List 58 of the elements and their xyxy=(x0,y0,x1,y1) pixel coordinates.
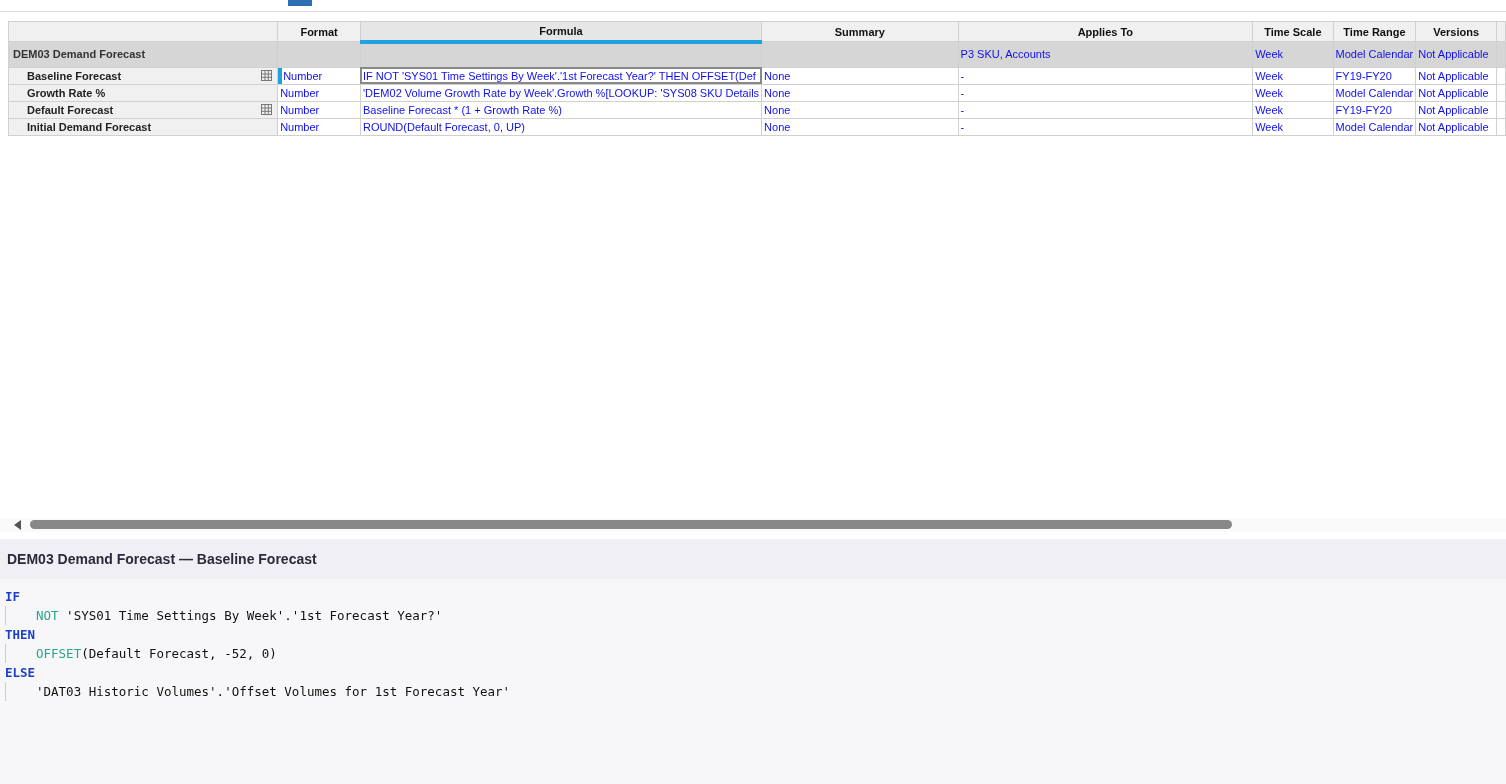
column-header[interactable]: Applies To xyxy=(958,21,1253,42)
table-cell xyxy=(1496,67,1506,84)
code-line: ELSE xyxy=(4,663,37,682)
column-header[interactable]: Time Scale xyxy=(1252,21,1334,42)
code-line: IF xyxy=(4,587,22,606)
table-cell xyxy=(1496,84,1506,101)
table-cell[interactable]: Number xyxy=(277,84,361,101)
table-cell[interactable]: Number xyxy=(277,118,361,135)
table-cell xyxy=(1496,101,1506,118)
table-cell[interactable]: Week xyxy=(1252,101,1334,118)
formula-editor[interactable]: IF NOT 'SYS01 Time Settings By Week'.'1st Forecast Year?' THEN OFFSET(Default Forecast, -52, 0) ELSE 'DAT03 Historic Volumes'.'Offset Volumes for 1st Forecast Year' xyxy=(0,578,1506,784)
code-line: 'DAT03 Historic Volumes'.'Offset Volumes for 1st Forecast Year' xyxy=(5,681,1506,701)
scrollbar-thumb[interactable] xyxy=(30,520,1232,529)
table-cell[interactable]: Not Applicable xyxy=(1415,101,1497,118)
table-cell: Not Applicable xyxy=(1415,41,1497,67)
table-cell: Model Calendar xyxy=(1333,41,1416,67)
table-cell[interactable]: FY19-FY20 xyxy=(1333,101,1416,118)
table-cell[interactable]: FY19-FY20 xyxy=(1333,67,1416,84)
column-header[interactable]: Time Range xyxy=(1333,21,1416,42)
header-cell xyxy=(1496,21,1506,42)
table-cell[interactable]: Number xyxy=(277,67,361,84)
table-cell: Week xyxy=(1252,41,1334,67)
grid-icon[interactable] xyxy=(261,70,273,81)
table-cell[interactable]: Not Applicable xyxy=(1415,67,1497,84)
table-cell[interactable]: Model Calendar xyxy=(1333,84,1416,101)
table-cell[interactable]: Week xyxy=(1252,118,1334,135)
table-cell[interactable]: - xyxy=(958,101,1253,118)
column-header[interactable]: Summary xyxy=(761,21,959,42)
group-name[interactable]: DEM03 Demand Forecast xyxy=(8,41,278,67)
table-cell[interactable]: Not Applicable xyxy=(1415,84,1497,101)
table-cell xyxy=(1496,41,1506,67)
table-cell[interactable]: None xyxy=(761,84,959,101)
table-cell[interactable]: None xyxy=(761,67,959,84)
table-cell[interactable]: Baseline Forecast * (1 + Growth Rate %) xyxy=(360,101,762,118)
column-header[interactable]: Formula xyxy=(360,21,762,42)
table-cell: P3 SKU, Accounts xyxy=(958,41,1253,67)
code-line: NOT 'SYS01 Time Settings By Week'.'1st Forecast Year?' xyxy=(5,605,1506,625)
panel-title: DEM03 Demand Forecast — Baseline Forecast xyxy=(7,550,317,567)
table-cell[interactable]: 'DEM02 Volume Growth Rate by Week'.Growth %[LOOKUP: 'SYS08 SKU Details xyxy=(360,84,762,101)
grid-icon[interactable] xyxy=(261,104,273,115)
table-cell xyxy=(1496,118,1506,135)
table-cell[interactable]: - xyxy=(958,67,1253,84)
column-header[interactable]: Format xyxy=(277,21,361,42)
table-cell[interactable]: - xyxy=(958,84,1253,101)
table-cell[interactable]: None xyxy=(761,101,959,118)
table-cell[interactable]: Not Applicable xyxy=(1415,118,1497,135)
table-cell[interactable]: - xyxy=(958,118,1253,135)
scroll-left-icon[interactable] xyxy=(14,519,22,530)
code-line: OFFSET(Default Forecast, -52, 0) xyxy=(5,643,1506,663)
table-cell[interactable]: Model Calendar xyxy=(1333,118,1416,135)
table-cell[interactable]: None xyxy=(761,118,959,135)
table-cell[interactable]: Number xyxy=(277,101,361,118)
table-cell[interactable]: Week xyxy=(1252,67,1334,84)
table-cell[interactable]: Week xyxy=(1252,84,1334,101)
table-cell[interactable]: ROUND(Default Forecast, 0, UP) xyxy=(360,118,762,135)
code-line: THEN xyxy=(4,625,37,644)
table-cell[interactable]: IF NOT 'SYS01 Time Settings By Week'.'1st Forecast Year?' THEN OFFSET(Def xyxy=(360,67,762,84)
column-header[interactable]: Versions xyxy=(1415,21,1497,42)
